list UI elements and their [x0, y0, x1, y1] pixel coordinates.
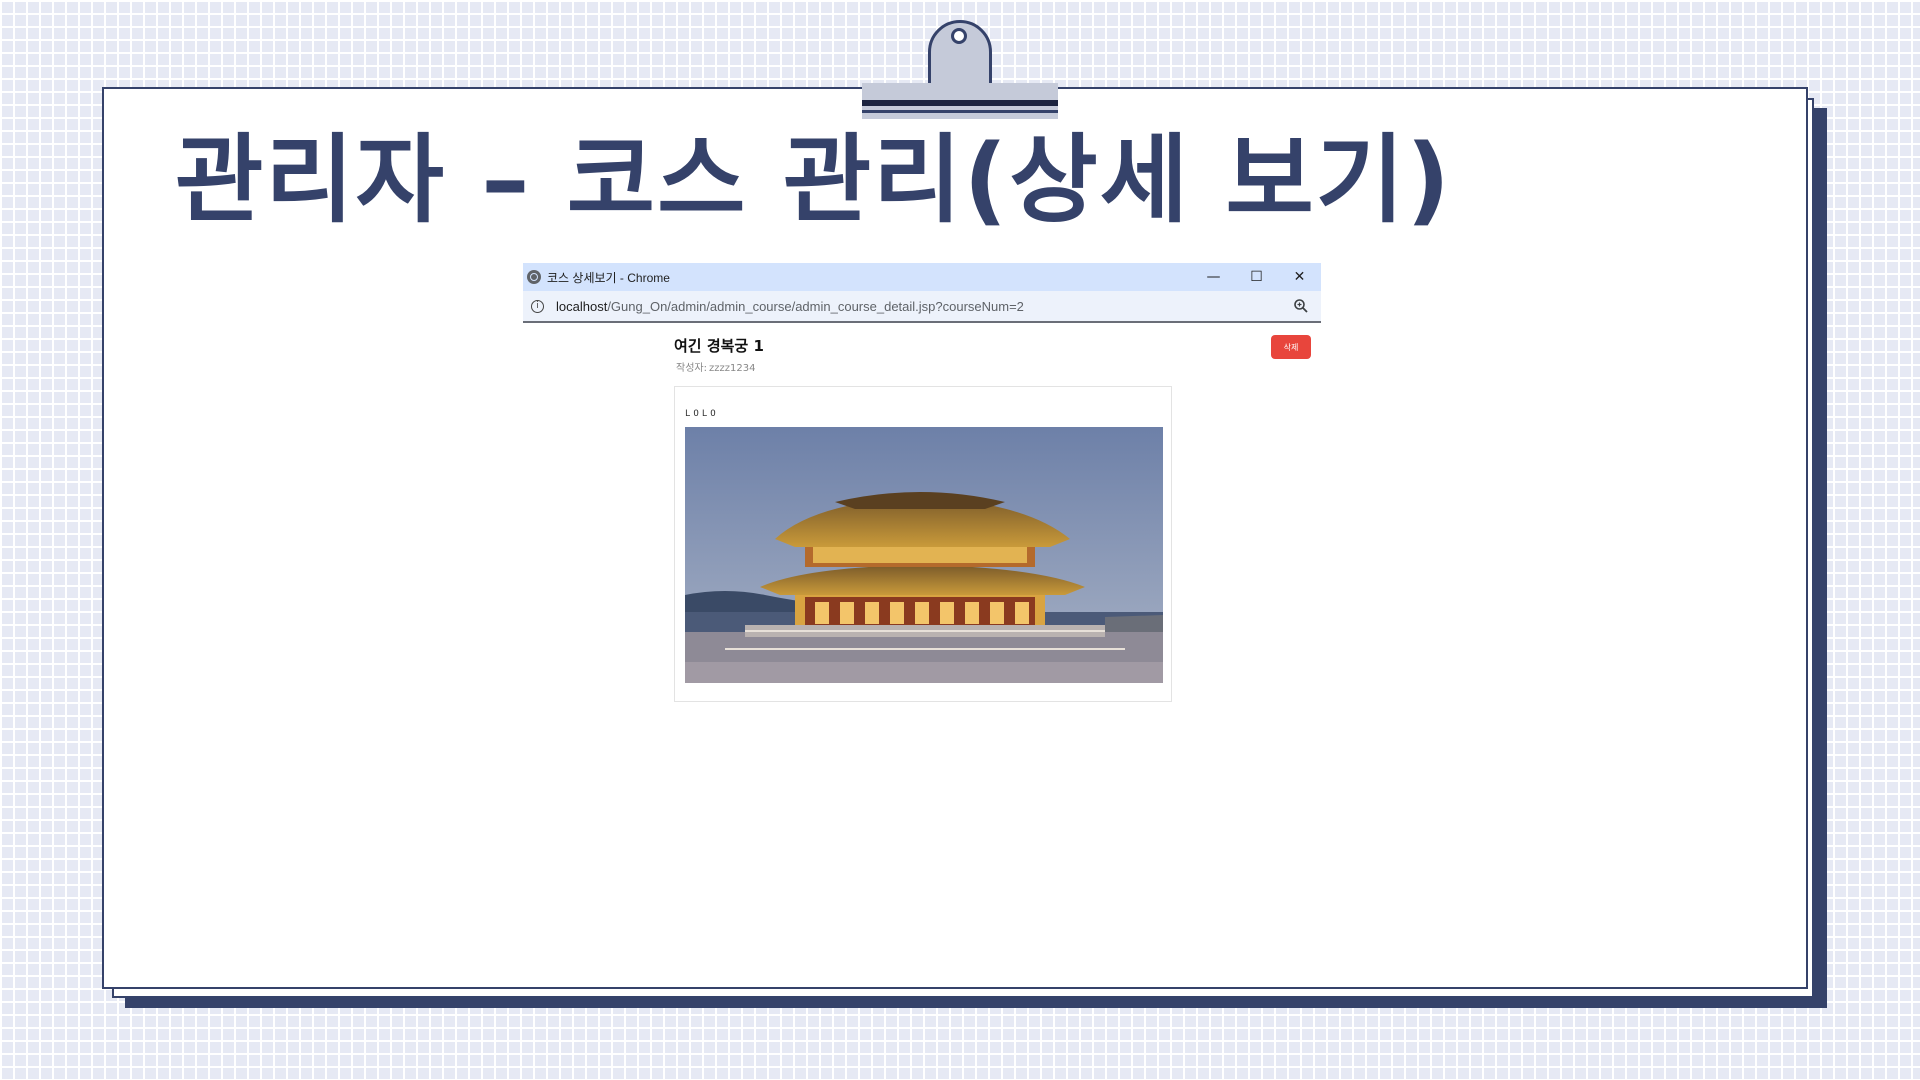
- logo-text: LOLO: [685, 409, 719, 419]
- url-path: /Gung_On/admin/admin_course/admin_course…: [607, 298, 1024, 314]
- clip-hole: [951, 28, 967, 44]
- url-text[interactable]: localhost/Gung_On/admin/admin_course/adm…: [556, 299, 1024, 314]
- close-icon: ✕: [1293, 269, 1306, 285]
- globe-icon: [527, 270, 541, 284]
- maximize-icon: ☐: [1250, 269, 1263, 285]
- url-host: localhost: [556, 298, 608, 314]
- zoom-icon[interactable]: [1293, 298, 1309, 314]
- course-title: 여긴 경복궁 1: [674, 337, 764, 355]
- browser-window: 코스 상세보기 - Chrome — ☐ ✕ i localhost/Gung_…: [523, 263, 1321, 723]
- author-label: 작성자:: [676, 363, 707, 374]
- close-button[interactable]: ✕: [1278, 263, 1321, 291]
- minimize-button[interactable]: —: [1192, 263, 1235, 291]
- clip-stripe: [862, 100, 1058, 106]
- window-title: 코스 상세보기 - Chrome: [547, 270, 670, 285]
- maximize-button[interactable]: ☐: [1235, 263, 1278, 291]
- window-controls: — ☐ ✕: [1192, 263, 1321, 291]
- author-line: 작성자: zzzz1234: [674, 359, 755, 374]
- address-bar[interactable]: i localhost/Gung_On/admin/admin_course/a…: [523, 291, 1321, 323]
- info-icon[interactable]: i: [531, 299, 544, 313]
- minimize-icon: —: [1206, 269, 1221, 285]
- author-value: zzzz1234: [708, 363, 756, 374]
- slide-title: 관리자 – 코스 관리(상세 보기): [175, 124, 1452, 236]
- course-content-card: LOLO: [674, 386, 1172, 702]
- window-titlebar: 코스 상세보기 - Chrome — ☐ ✕: [523, 263, 1321, 291]
- delete-button[interactable]: 삭제: [1271, 335, 1311, 359]
- page-content: 여긴 경복궁 1 작성자: zzzz1234 삭제 LOLO: [523, 323, 1321, 723]
- palace-photo: [685, 427, 1163, 683]
- clip-stripe: [862, 110, 1058, 113]
